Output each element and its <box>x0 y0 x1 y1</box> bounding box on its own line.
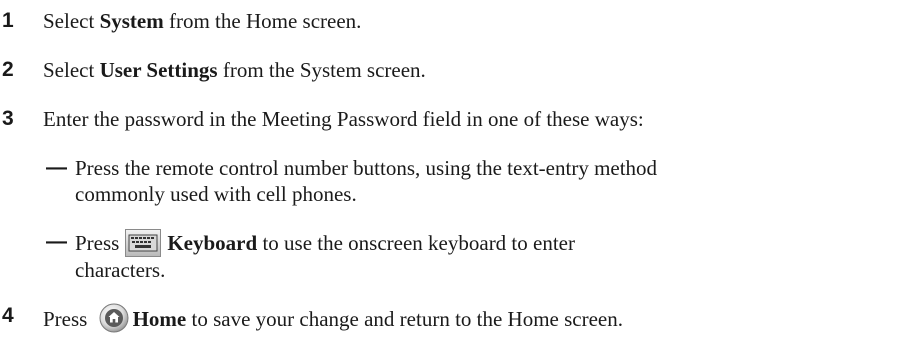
step-number: 1 <box>2 9 14 32</box>
step-text: Enter the password in the Meeting Passwo… <box>43 107 644 131</box>
step-text-bold: Home <box>132 307 187 331</box>
step-text: Select System from the Home screen. <box>43 8 361 34</box>
step-text: Select User Settings from the System scr… <box>43 57 426 83</box>
substep-line-2: commonly used with cell phones. <box>75 182 357 206</box>
step-text-pre: Select <box>43 9 100 33</box>
substep-line-1: Press the remote control number buttons,… <box>75 156 658 180</box>
step-text-bold: User Settings <box>99 58 218 82</box>
home-button-icon <box>99 303 129 333</box>
bullet-dash: — <box>46 156 67 179</box>
substep-text: Press the remote control number buttons,… <box>75 155 895 207</box>
keyboard-button-icon <box>125 229 162 257</box>
substep-text-bold: Keyboard <box>167 231 258 255</box>
substep-text-post: to use the onscreen keyboard to enter <box>257 231 575 255</box>
step-number: 2 <box>2 58 14 81</box>
step-text-post: from the System screen. <box>217 58 426 82</box>
step-text-bold: System <box>99 9 164 33</box>
step-number: 3 <box>2 107 14 130</box>
substep-text: Press Keyboard to use the onscreen keybo… <box>75 229 895 283</box>
substep-line-2: characters. <box>75 258 166 282</box>
step-number: 4 <box>2 304 14 327</box>
step-text: Press Home to save your change and retur… <box>43 303 623 333</box>
step-text-post: from the Home screen. <box>163 9 362 33</box>
bullet-dash: — <box>46 230 67 253</box>
step-text-pre: Select <box>43 58 100 82</box>
step-text-pre: Press <box>43 307 93 331</box>
substep-text-pre: Press <box>75 231 120 255</box>
step-text-post: to save your change and return to the Ho… <box>186 307 624 331</box>
